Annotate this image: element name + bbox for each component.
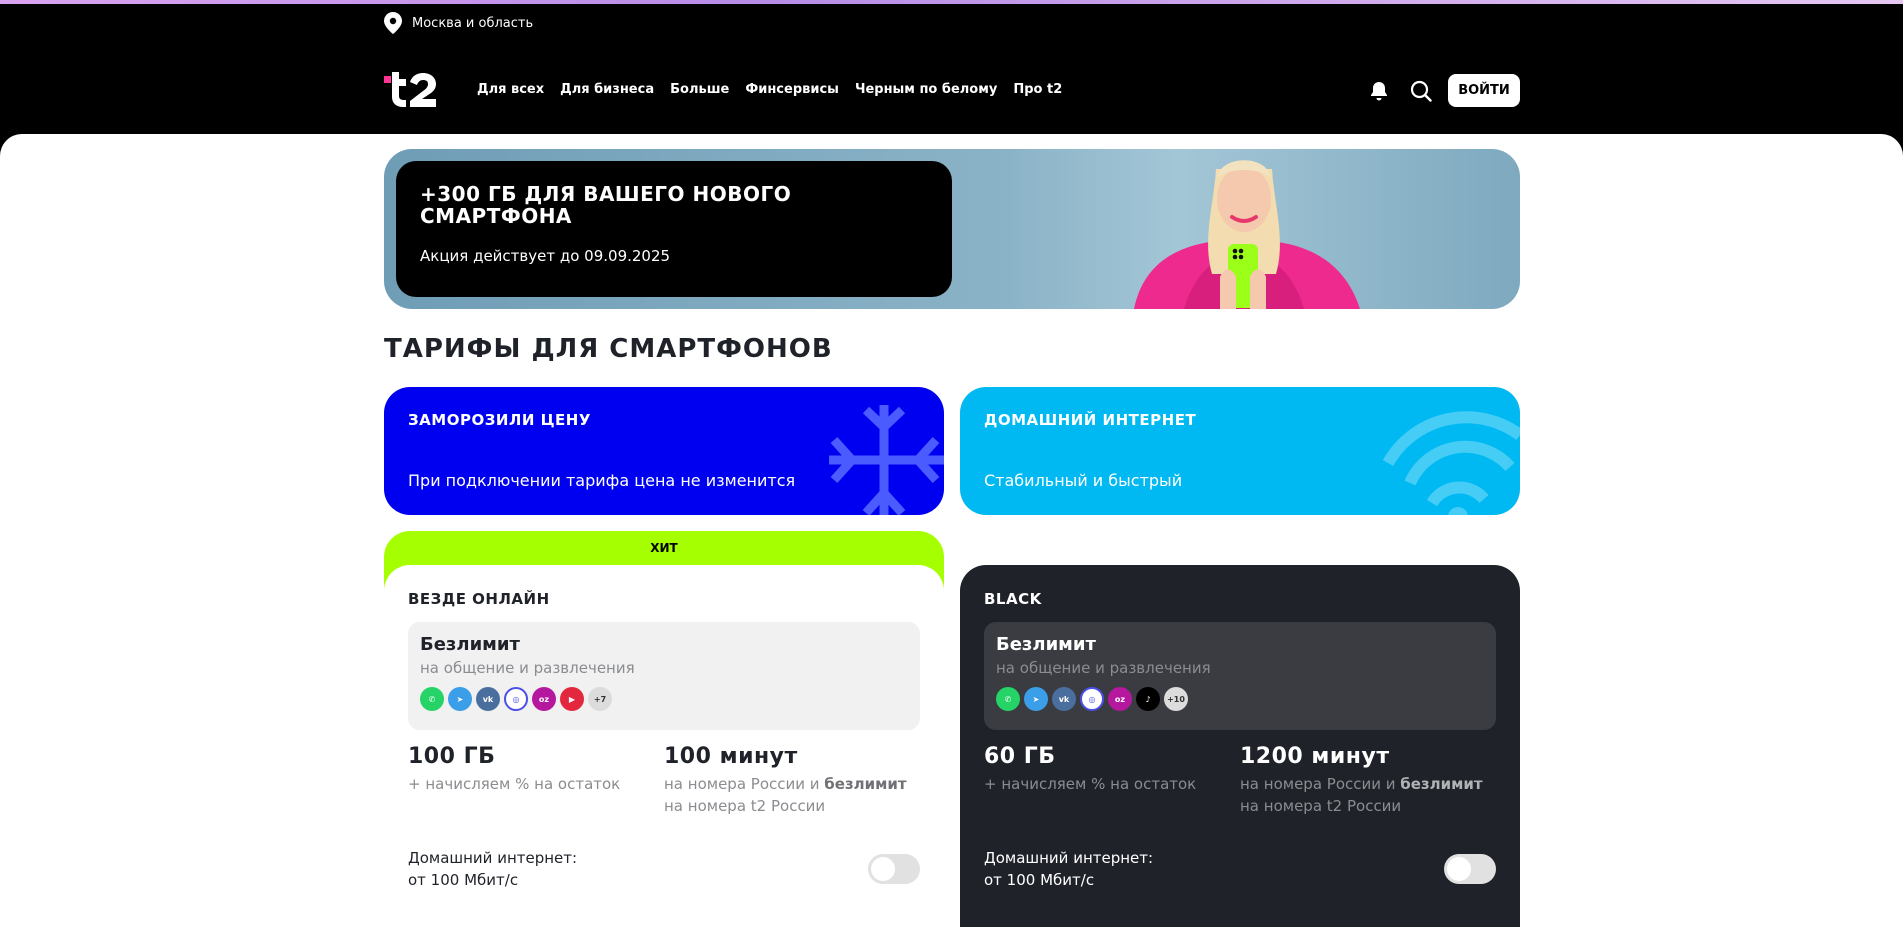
- max-icon: ◎: [504, 687, 528, 711]
- data-value: 100 ГБ: [408, 744, 496, 769]
- snowflake-icon: [829, 405, 944, 515]
- data-note: + начисляем % на остаток: [408, 775, 621, 793]
- telegram-icon: ➤: [1024, 687, 1048, 711]
- home-internet-label: Домашний интернет: от 100 Мбит/с: [408, 849, 578, 889]
- tariff-card-everywhere-online[interactable]: ВЕЗДЕ ОНЛАЙН Безлимит на общение и развл…: [384, 565, 944, 927]
- banner-woman-with-phone-image: [1134, 160, 1360, 309]
- promo-card-home-internet[interactable]: ДОМАШНИЙ ИНТЕРНЕТ Стабильный и быстрый: [960, 387, 1520, 515]
- bell-icon: [1371, 82, 1387, 101]
- nav-item-more[interactable]: Больше: [670, 82, 729, 97]
- t2-logo[interactable]: [384, 68, 442, 110]
- hit-badge: ХИТ: [650, 541, 678, 555]
- minutes-value: 1200 минут: [1240, 744, 1390, 769]
- unlimited-block: Безлимит на общение и развлечения ✆ ➤ vk…: [408, 622, 920, 730]
- data-stat: 60 ГБ + начисляем % на остаток: [984, 744, 1240, 817]
- tariff-card-black[interactable]: BLACK Безлимит на общение и развлечения …: [960, 565, 1520, 927]
- main-content: +300 ГБ ДЛЯ ВАШЕГО НОВОГО СМАРТФОНА Акци…: [0, 134, 1903, 927]
- search-icon: [1410, 80, 1432, 102]
- minutes-stat: 100 минут на номера России и безлимит на …: [664, 744, 920, 817]
- search-button[interactable]: [1410, 80, 1432, 102]
- minutes-note: на номера России и безлимит на номера t2 …: [664, 775, 907, 815]
- home-internet-row: Домашний интернет: от 100 Мбит/с: [984, 847, 1496, 891]
- ozon-icon: oz: [1108, 687, 1132, 711]
- tariff-stats: 100 ГБ + начисляем % на остаток 100 мину…: [408, 744, 920, 817]
- nav-item-business[interactable]: Для бизнеса: [560, 82, 654, 97]
- unlimited-title: Безлимит: [420, 634, 520, 655]
- nav-item-for-all[interactable]: Для всех: [477, 82, 544, 97]
- home-internet-toggle[interactable]: [1444, 854, 1496, 884]
- main-nav: Для всех Для бизнеса Больше Финсервисы Ч…: [477, 82, 1062, 97]
- promo-banner[interactable]: +300 ГБ ДЛЯ ВАШЕГО НОВОГО СМАРТФОНА Акци…: [384, 149, 1520, 309]
- tariff-stats: 60 ГБ + начисляем % на остаток 1200 мину…: [984, 744, 1496, 817]
- notifications-button[interactable]: [1368, 80, 1390, 102]
- app-icons-row: ✆ ➤ vk ◎ oz ▶ +7: [420, 687, 908, 711]
- vk-icon: vk: [476, 687, 500, 711]
- minutes-stat: 1200 минут на номера России и безлимит на…: [1240, 744, 1496, 817]
- site-header: Москва и область Для всех Для бизнеса Бо…: [0, 4, 1903, 134]
- home-internet-toggle[interactable]: [868, 854, 920, 884]
- banner-title: +300 ГБ ДЛЯ ВАШЕГО НОВОГО СМАРТФОНА: [420, 182, 792, 228]
- ozon-icon: oz: [532, 687, 556, 711]
- whatsapp-icon: ✆: [420, 687, 444, 711]
- data-value: 60 ГБ: [984, 744, 1056, 769]
- more-apps-badge: +10: [1164, 687, 1188, 711]
- app-icons-row: ✆ ➤ vk ◎ oz ♪ +10: [996, 687, 1484, 711]
- banner-subtitle: Акция действует до 09.09.2025: [420, 247, 671, 265]
- youtube-icon: ▶: [560, 687, 584, 711]
- more-apps-badge: +7: [588, 687, 612, 711]
- login-button[interactable]: ВОЙТИ: [1448, 74, 1520, 107]
- unlimited-title: Безлимит: [996, 634, 1096, 655]
- nav-item-about[interactable]: Про t2: [1013, 82, 1062, 97]
- wifi-icon: [1382, 411, 1520, 515]
- header-actions: [1368, 80, 1432, 102]
- promo-card-frozen-price[interactable]: ЗАМОРОЗИЛИ ЦЕНУ При подключении тарифа ц…: [384, 387, 944, 515]
- region-selector[interactable]: Москва и область: [384, 12, 533, 34]
- whatsapp-icon: ✆: [996, 687, 1020, 711]
- section-title: ТАРИФЫ ДЛЯ СМАРТФОНОВ: [384, 334, 833, 364]
- unlimited-subtitle: на общение и развлечения: [420, 659, 635, 677]
- banner-text-box: +300 ГБ ДЛЯ ВАШЕГО НОВОГО СМАРТФОНА Акци…: [396, 161, 952, 297]
- location-pin-icon: [384, 12, 402, 34]
- unlimited-subtitle: на общение и развлечения: [996, 659, 1211, 677]
- telegram-icon: ➤: [448, 687, 472, 711]
- max-icon: ◎: [1080, 687, 1104, 711]
- tariff-title: ВЕЗДЕ ОНЛАЙН: [408, 590, 550, 608]
- region-label: Москва и область: [412, 15, 534, 31]
- data-note: + начисляем % на остаток: [984, 775, 1197, 793]
- nav-item-black-on-white[interactable]: Черным по белому: [855, 82, 997, 97]
- home-internet-row: Домашний интернет: от 100 Мбит/с: [408, 847, 920, 891]
- tariff-title: BLACK: [984, 590, 1042, 608]
- data-stat: 100 ГБ + начисляем % на остаток: [408, 744, 664, 817]
- nav-item-finservices[interactable]: Финсервисы: [745, 82, 839, 97]
- vk-icon: vk: [1052, 687, 1076, 711]
- minutes-value: 100 минут: [664, 744, 798, 769]
- tiktok-icon: ♪: [1136, 687, 1160, 711]
- minutes-note: на номера России и безлимит на номера t2 …: [1240, 775, 1483, 815]
- home-internet-label: Домашний интернет: от 100 Мбит/с: [984, 849, 1154, 889]
- unlimited-block: Безлимит на общение и развлечения ✆ ➤ vk…: [984, 622, 1496, 730]
